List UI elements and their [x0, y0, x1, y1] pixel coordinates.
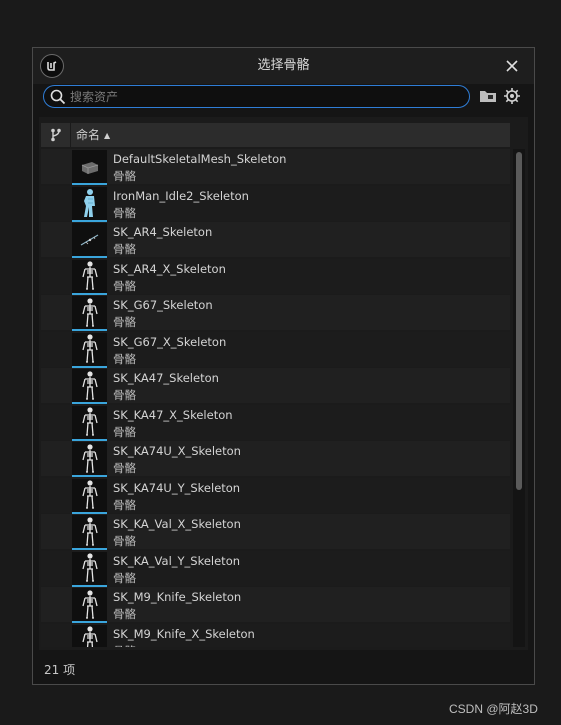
asset-name: IronMan_Idle2_Skeleton [113, 188, 249, 203]
search-input[interactable] [70, 88, 460, 105]
humanoid-skeleton-icon [72, 551, 107, 587]
asset-type: 骨骼 [113, 205, 136, 220]
asset-type: 骨骼 [113, 315, 136, 329]
select-skeleton-dialog: 选择骨骼 搜索资产 命名 ▲ DefaultSkeletalMesh_Skele… [32, 47, 535, 685]
asset-type: 骨骼 [113, 169, 136, 183]
folder-button[interactable] [479, 88, 497, 104]
asset-name: SK_KA_Val_X_Skeleton [113, 517, 241, 531]
asset-row[interactable]: SK_KA47_X_Skeleton 骨骼 [41, 404, 510, 441]
search-icon [50, 89, 66, 105]
asset-row[interactable]: SK_KA74U_X_Skeleton 骨骼 [41, 441, 510, 477]
asset-row[interactable]: DefaultSkeletalMesh_Skeleton 骨骼 [41, 149, 510, 185]
asset-row[interactable]: SK_G67_Skeleton 骨骼 [41, 295, 510, 331]
watermark: CSDN @阿赵3D [449, 702, 538, 716]
humanoid-skeleton-icon [72, 588, 107, 623]
asset-type: 骨骼 [113, 242, 136, 256]
asset-row[interactable]: SK_KA_Val_Y_Skeleton 骨骼 [41, 550, 510, 587]
asset-row[interactable]: SK_KA_Val_X_Skeleton 骨骼 [41, 514, 510, 550]
name-column-header[interactable]: 命名 ▲ [72, 123, 110, 147]
asset-row[interactable]: IronMan_Idle2_Skeleton 骨骼 [41, 185, 510, 222]
asset-type: 骨骼 [113, 388, 136, 402]
humanoid-skeleton-icon [72, 369, 107, 404]
vertical-scrollbar[interactable] [513, 149, 525, 647]
asset-type: 骨骼 [113, 497, 136, 512]
ironman-mesh-icon [72, 186, 107, 222]
asset-name: SK_G67_Skeleton [113, 298, 213, 312]
asset-row[interactable]: SK_AR4_X_Skeleton 骨骼 [41, 258, 510, 295]
folder-icon [480, 91, 496, 102]
asset-type: 骨骼 [113, 607, 136, 621]
humanoid-skeleton-icon [72, 624, 107, 647]
humanoid-skeleton-icon [72, 478, 107, 514]
close-icon [506, 60, 518, 72]
humanoid-skeleton-icon [72, 515, 107, 550]
branch-icon [50, 128, 61, 142]
asset-name: SK_M9_Knife_X_Skeleton [113, 626, 255, 641]
asset-row[interactable]: SK_KA74U_Y_Skeleton 骨骼 [41, 477, 510, 514]
asset-list: DefaultSkeletalMesh_Skeleton 骨骼 IronMan_Id… [41, 149, 510, 647]
humanoid-skeleton-icon [72, 405, 107, 441]
asset-row[interactable]: SK_M9_Knife_X_Skeleton 骨骼 [41, 623, 510, 648]
asset-type: 骨骼 [113, 461, 136, 475]
asset-name: SK_M9_Knife_Skeleton [113, 590, 242, 604]
settings-button[interactable] [503, 87, 521, 105]
asset-name: SK_KA74U_Y_Skeleton [113, 480, 241, 495]
mesh-block-icon [72, 150, 107, 185]
asset-name: SK_AR4_X_Skeleton [113, 261, 226, 276]
asset-type: 骨骼 [113, 424, 136, 439]
asset-type: 骨骼 [113, 534, 136, 548]
close-button[interactable] [503, 57, 521, 75]
name-column-label: 命名 [76, 128, 101, 142]
asset-name: SK_KA47_Skeleton [113, 371, 219, 385]
item-count: 21 项 [44, 663, 76, 677]
humanoid-skeleton-icon [72, 332, 107, 368]
asset-row[interactable]: SK_AR4_Skeleton 骨骼 [41, 222, 510, 258]
humanoid-skeleton-icon [72, 296, 107, 331]
asset-type: 骨骼 [113, 570, 136, 585]
humanoid-skeleton-icon [72, 259, 107, 295]
asset-name: SK_KA_Val_Y_Skeleton [113, 553, 241, 568]
asset-type: 骨骼 [113, 278, 136, 293]
asset-list-panel: 命名 ▲ DefaultSkeletalMesh_Skeleton 骨骼 IronMa… [39, 117, 528, 650]
asset-name: SK_AR4_Skeleton [113, 225, 213, 239]
asset-name: SK_KA47_X_Skeleton [113, 407, 233, 422]
source-control-column[interactable] [41, 123, 71, 147]
dialog-title: 选择骨骼 [257, 58, 310, 73]
asset-name: SK_KA74U_X_Skeleton [113, 444, 241, 458]
list-header: 命名 ▲ [41, 123, 510, 147]
asset-row[interactable]: SK_KA47_Skeleton 骨骼 [41, 368, 510, 404]
gear-icon [504, 88, 520, 104]
asset-row[interactable]: SK_G67_X_Skeleton 骨骼 [41, 331, 510, 368]
asset-name: DefaultSkeletalMesh_Skeleton [113, 152, 287, 166]
scrollbar-thumb[interactable] [516, 152, 522, 490]
title-bar: 选择骨骼 [33, 48, 534, 84]
search-box[interactable] [43, 85, 470, 108]
asset-row[interactable]: SK_M9_Knife_Skeleton 骨骼 [41, 587, 510, 623]
rifle-skeleton-icon [72, 223, 107, 258]
asset-name: SK_G67_X_Skeleton [113, 334, 227, 349]
sort-ascending-icon: ▲ [104, 131, 111, 140]
asset-type: 骨骼 [113, 351, 136, 366]
humanoid-skeleton-icon [72, 442, 107, 477]
asset-type: 骨骼 [113, 643, 136, 648]
